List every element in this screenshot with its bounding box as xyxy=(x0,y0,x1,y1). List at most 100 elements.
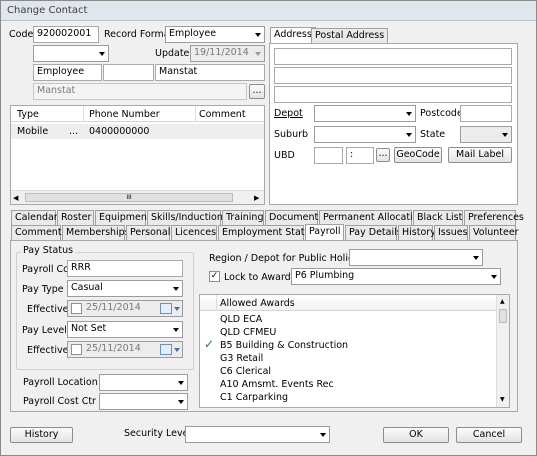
tab-personal[interactable]: Personal xyxy=(126,225,170,240)
suburb-label: Suburb xyxy=(274,129,309,140)
phone-grid-scrollbar[interactable]: ◀ III ▶ xyxy=(11,190,264,204)
ok-button[interactable]: OK xyxy=(383,427,449,443)
address-line-1[interactable] xyxy=(274,48,512,65)
scroll-up-icon[interactable]: ▲ xyxy=(500,298,505,305)
tab-address[interactable]: Address xyxy=(270,27,316,43)
award-dropdown[interactable]: P6 Plumbing xyxy=(291,268,501,285)
history-button[interactable]: History xyxy=(10,427,73,443)
address-line-3[interactable] xyxy=(274,86,512,103)
payroll-cost-ctr-label: Payroll Cost Ctr xyxy=(23,396,96,407)
address-line-2[interactable] xyxy=(274,67,512,84)
tab-postal-address[interactable]: Postal Address xyxy=(311,28,389,43)
awards-scrollbar[interactable]: ▲ ▼ xyxy=(496,295,509,407)
list-item[interactable]: C1 Carparking xyxy=(200,391,496,404)
record-format-dropdown[interactable]: Employee xyxy=(165,26,265,43)
chevron-down-icon xyxy=(473,256,479,260)
tab-pay-details[interactable]: Pay Details xyxy=(345,225,402,240)
scroll-thumb[interactable] xyxy=(499,309,507,323)
tab-memberships[interactable]: Memberships xyxy=(62,225,130,240)
payroll-location-dropdown[interactable] xyxy=(99,374,188,391)
effective-checkbox-1[interactable] xyxy=(71,303,82,314)
chevron-down-icon xyxy=(491,275,497,279)
list-item[interactable]: G3 Retail xyxy=(200,352,496,365)
col-phone-number: Phone Number xyxy=(89,109,160,120)
tab-payroll[interactable]: Payroll xyxy=(305,224,344,240)
code-input[interactable]: 920002001 xyxy=(33,26,99,43)
chevron-down-icon xyxy=(320,433,326,437)
tab-comments[interactable]: Comments xyxy=(11,225,67,240)
display-name-field: Manstat xyxy=(33,83,247,100)
lock-to-award-label: Lock to Award xyxy=(224,272,291,283)
record-format-value: Employee xyxy=(169,28,217,39)
ubd-browse-button[interactable]: ... xyxy=(376,148,390,162)
tab-equipment[interactable]: Equipment xyxy=(95,210,151,225)
payroll-code-input[interactable]: RRR xyxy=(67,260,183,277)
tab-calendar[interactable]: Calendar xyxy=(11,210,58,225)
tab-issues[interactable]: Issues xyxy=(434,225,468,240)
effective-date-picker-2[interactable]: 25/11/2014 xyxy=(67,341,183,358)
list-item[interactable]: A10 Amsmt. Events Rec xyxy=(200,378,496,391)
tab-volunteer[interactable]: Volunteer xyxy=(469,225,519,240)
tab-licences[interactable]: Licences xyxy=(171,225,217,240)
chevron-down-icon xyxy=(99,52,105,56)
first-name-field[interactable]: Employee xyxy=(33,64,102,81)
address-panel: Depot Postcode Suburb State UBD : ... Ge… xyxy=(269,43,518,205)
list-item[interactable]: C6 Clerical xyxy=(200,365,496,378)
pay-level-dropdown[interactable]: Not Set xyxy=(67,321,183,338)
suburb-dropdown[interactable] xyxy=(314,126,416,143)
chevron-down-icon xyxy=(173,287,179,291)
col-type: Type xyxy=(17,109,39,120)
payroll-cost-ctr-dropdown[interactable] xyxy=(99,393,188,410)
phone-grid-header: Type Phone Number Comment xyxy=(11,106,264,122)
postcode-input[interactable] xyxy=(460,105,512,122)
tab-employment-status[interactable]: Employment Status xyxy=(218,225,316,240)
security-level-dropdown[interactable] xyxy=(185,426,330,443)
chevron-down-icon xyxy=(173,328,179,332)
last-name-field[interactable]: Manstat xyxy=(155,64,265,81)
tab-documents[interactable]: Documents xyxy=(265,210,323,225)
list-item[interactable]: QLD CFMEU xyxy=(200,326,496,339)
updated-date-picker[interactable]: 19/11/2014 xyxy=(190,45,265,62)
geocode-button[interactable]: GeoCode xyxy=(394,147,442,163)
tab-roster[interactable]: Roster xyxy=(57,210,94,225)
depot-dropdown[interactable] xyxy=(314,105,416,122)
tab-black-list[interactable]: Black List xyxy=(413,210,463,225)
region-dropdown[interactable] xyxy=(349,249,483,266)
allowed-awards-list: Allowed Awards QLD ECA QLD CFMEU ✓ B5 Bu… xyxy=(199,294,510,408)
mail-label-button[interactable]: Mail Label xyxy=(448,147,512,163)
pay-type-label: Pay Type xyxy=(22,284,64,295)
ubd-map-input[interactable] xyxy=(314,147,343,164)
tab-history[interactable]: History xyxy=(398,225,436,240)
postcode-label: Postcode xyxy=(420,108,463,119)
calendar-icon[interactable] xyxy=(160,303,172,314)
tab-permanent-allocations[interactable]: Permanent Allocations xyxy=(319,210,429,225)
browse-button[interactable]: ... xyxy=(249,84,265,99)
scroll-down-icon[interactable]: ▼ xyxy=(500,396,505,403)
chevron-down-icon xyxy=(255,52,261,56)
contact-type-dropdown[interactable] xyxy=(33,45,109,62)
list-item[interactable]: ✓ B5 Building & Construction xyxy=(200,337,496,352)
table-row[interactable]: Mobile ... 0400000000 xyxy=(11,124,264,139)
effective-date-picker-1[interactable]: 25/11/2014 xyxy=(67,300,183,317)
middle-name-field[interactable] xyxy=(103,64,154,81)
state-dropdown[interactable] xyxy=(460,126,512,143)
lock-to-award-checkbox[interactable]: ✓ xyxy=(209,271,220,282)
check-icon: ✓ xyxy=(204,337,215,351)
calendar-icon[interactable] xyxy=(160,344,172,355)
pay-level-label: Pay Level xyxy=(22,325,67,336)
tab-skills-inductions[interactable]: Skills/Inductions xyxy=(147,210,228,225)
list-item[interactable]: QLD ECA xyxy=(200,313,496,326)
scroll-left-icon[interactable]: ◀ xyxy=(13,194,18,202)
ubd-ref-input[interactable]: : xyxy=(346,147,374,164)
effective-checkbox-2[interactable] xyxy=(71,344,82,355)
cancel-button[interactable]: Cancel xyxy=(456,427,522,443)
security-level-label: Security Level xyxy=(124,428,192,439)
scroll-right-icon[interactable]: ▶ xyxy=(254,194,259,202)
tab-preferences[interactable]: Preferences xyxy=(464,210,524,225)
tab-training[interactable]: Training xyxy=(222,210,264,225)
pay-type-dropdown[interactable]: Casual xyxy=(67,280,183,297)
chevron-down-icon xyxy=(174,307,180,311)
code-label: Code xyxy=(9,29,34,40)
pay-status-title: Pay Status xyxy=(21,245,76,256)
scroll-thumb[interactable]: III xyxy=(25,193,233,202)
